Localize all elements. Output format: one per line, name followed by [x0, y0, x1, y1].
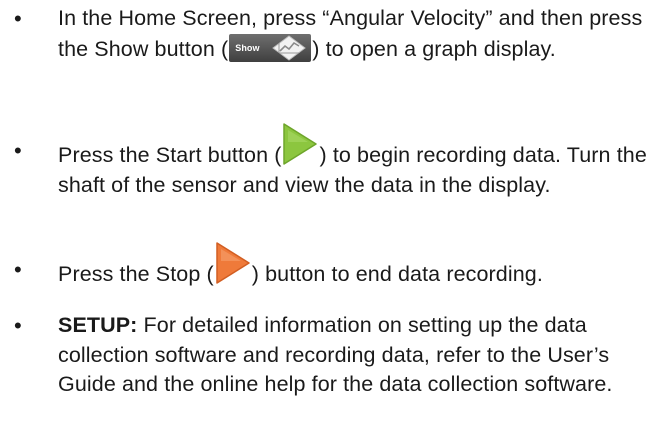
stop-icon [216, 242, 250, 284]
bullet: • [14, 257, 22, 282]
step-3-text-a: Press the Stop ( [58, 262, 214, 286]
step-3-text-b: ) button to end data recording. [251, 262, 543, 286]
step-3-text: Press the Stop ( ) button to end data re… [58, 242, 656, 290]
graph-icon [272, 34, 307, 61]
setup-label: SETUP: [58, 313, 138, 337]
stop-button[interactable] [215, 241, 251, 285]
step-2-text: Press the Start button ( ) to begin reco… [58, 123, 656, 200]
bullet: • [14, 138, 22, 163]
instructions-page: • In the Home Screen, press “Angular Vel… [0, 0, 666, 444]
step-1-text: In the Home Screen, press “Angular Veloc… [58, 4, 656, 64]
step-4-text: SETUP: For detailed information on setti… [58, 311, 656, 400]
bullet: • [14, 6, 22, 31]
bullet: • [14, 313, 22, 338]
step-2-text-a: Press the Start button ( [58, 143, 282, 167]
show-button-label: Show [235, 42, 260, 53]
step-1-text-b: ) to open a graph display. [312, 36, 556, 61]
step-4-text-b: For detailed information on setting up t… [58, 313, 613, 396]
start-button[interactable] [282, 122, 318, 166]
play-icon [283, 123, 318, 165]
show-button[interactable]: Show [229, 33, 312, 62]
